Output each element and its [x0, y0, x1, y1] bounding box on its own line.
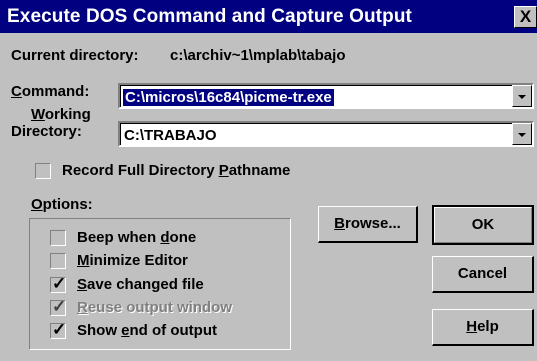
show-end-of-output-label[interactable]: Show end of output: [77, 322, 217, 339]
working-label-mnemonic: W: [31, 106, 45, 123]
current-directory-label: Current directory:: [11, 47, 139, 64]
browse-button[interactable]: Browse...: [318, 206, 418, 243]
beep-when-done-label[interactable]: Beep when done: [77, 229, 196, 246]
window-title: Execute DOS Command and Capture Output: [7, 6, 412, 27]
ok-button[interactable]: OK: [432, 205, 534, 245]
close-icon: X: [519, 7, 532, 26]
help-label-mnemonic: H: [466, 318, 478, 335]
minimize-editor-checkbox[interactable]: [50, 253, 66, 269]
working-directory-label-line2: Directory:: [11, 123, 82, 140]
help-button[interactable]: Help: [432, 309, 534, 346]
options-label-rest: ptions:: [42, 196, 93, 213]
ok-button-label: OK: [471, 216, 495, 233]
execute-dos-dialog: Execute DOS Command and Capture Output X…: [0, 0, 537, 361]
checkmark-icon: ✓: [52, 320, 67, 339]
show-label-b: nd of output: [129, 322, 217, 339]
command-label-mnemonic: C: [11, 83, 22, 100]
minimize-label-rest: inimize Editor: [89, 252, 188, 269]
current-directory-value: c:\archiv~1\mplab\tabajo: [170, 47, 346, 64]
working-directory-dropdown-button[interactable]: [512, 123, 532, 145]
show-label-mnemonic: e: [121, 322, 130, 339]
record-label-b: athname: [228, 162, 291, 179]
save-label-rest: ave changed file: [87, 276, 204, 293]
reuse-label-rest: euse output window: [87, 299, 232, 316]
beep-label-a: Beep when: [77, 229, 161, 246]
save-label-mnemonic: S: [77, 276, 88, 293]
command-label-rest: ommand:: [21, 83, 90, 100]
beep-label-b: one: [169, 229, 197, 246]
chevron-down-icon: [518, 133, 526, 137]
chevron-down-icon: [518, 95, 526, 99]
reuse-output-window-label: Reuse output window: [77, 299, 232, 316]
close-button[interactable]: X: [514, 6, 537, 28]
working-directory-label-line1: Working: [31, 106, 91, 123]
record-full-path-checkbox[interactable]: [35, 163, 51, 179]
reuse-label-mnemonic: R: [77, 299, 88, 316]
help-label-rest: elp: [477, 318, 499, 335]
command-label: Command:: [11, 83, 89, 100]
beep-label-mnemonic: d: [160, 229, 170, 246]
record-label-a: Record Full Directory: [62, 162, 219, 179]
checkmark-icon: ✓: [52, 274, 67, 293]
minimize-editor-label[interactable]: Minimize Editor: [77, 252, 188, 269]
command-combobox[interactable]: C:\micros\16c84\picme-tr.exe: [118, 83, 534, 109]
cancel-button-label: Cancel: [457, 265, 508, 282]
options-label-mnemonic: O: [31, 196, 43, 213]
browse-label-rest: rowse...: [344, 215, 401, 232]
command-input[interactable]: C:\micros\16c84\picme-tr.exe: [123, 89, 334, 106]
command-dropdown-button[interactable]: [512, 85, 532, 107]
save-changed-file-label[interactable]: Save changed file: [77, 276, 204, 293]
beep-when-done-checkbox[interactable]: [50, 230, 66, 246]
reuse-output-window-checkbox: ✓: [50, 297, 67, 316]
title-bar[interactable]: Execute DOS Command and Capture Output X: [0, 0, 537, 33]
help-button-label: Help: [466, 318, 499, 335]
working-directory-combobox[interactable]: C:\TRABAJO: [118, 121, 534, 147]
checkmark-icon: ✓: [52, 297, 67, 316]
show-end-of-output-checkbox[interactable]: ✓: [50, 320, 67, 339]
show-label-a: Show: [77, 322, 122, 339]
working-directory-input[interactable]: C:\TRABAJO: [124, 127, 217, 144]
working-label-rest: orking: [44, 106, 91, 123]
working-directory-field: C:\TRABAJO: [120, 123, 532, 145]
options-label: Options:: [31, 196, 93, 213]
command-combobox-field: C:\micros\16c84\picme-tr.exe: [120, 85, 532, 107]
browse-button-label: Browse...: [334, 215, 401, 232]
browse-label-mnemonic: B: [334, 215, 345, 232]
save-changed-file-checkbox[interactable]: ✓: [50, 274, 67, 293]
cancel-button[interactable]: Cancel: [432, 256, 534, 293]
record-full-path-label[interactable]: Record Full Directory Pathname: [62, 162, 290, 179]
minimize-label-mnemonic: M: [77, 252, 90, 269]
record-label-mnemonic: P: [218, 162, 229, 179]
